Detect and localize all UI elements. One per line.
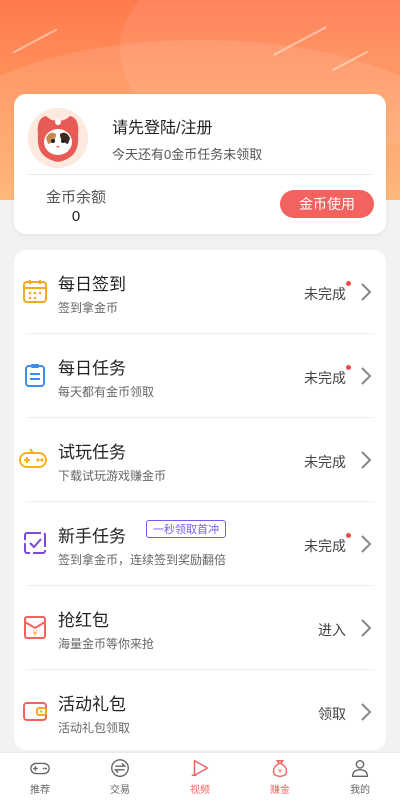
tab-recommend[interactable]: 推荐 [0,753,80,800]
tab-earn[interactable]: ¥ 赚金 [240,753,320,800]
task-title: 每日任务 [58,359,126,378]
task-item-daily-checkin[interactable]: 每日签到 签到拿金币 未完成 [14,250,386,334]
task-item-daily-tasks[interactable]: 每日任务 每天都有金币领取 未完成 [14,334,386,418]
balance-label: 金币余额 [45,189,106,206]
chevron-right-icon [361,451,372,469]
svg-text:¥: ¥ [32,629,37,638]
exchange-icon [111,759,129,777]
task-title: 试玩任务 [58,443,126,462]
login-prompt[interactable]: 请先登陆/注册 [112,114,212,138]
task-subtitle: 下载试玩游戏赚金币 [58,469,167,483]
bottom-tab-bar: 推荐 交易 视频 ¥ 赚金 我的 [0,752,400,800]
cat-avatar-icon [28,108,88,168]
svg-text:¥: ¥ [278,768,282,776]
task-subtitle: 活动礼包领取 [58,721,131,735]
task-status: 未完成 [304,286,346,302]
calendar-icon [23,280,47,303]
task-title: 抢红包 [58,611,109,630]
clipboard-icon [25,364,45,387]
chevron-right-icon [361,535,372,553]
tab-label: 视频 [190,785,210,796]
task-item-event-gift[interactable]: 活动礼包 活动礼包领取 领取 [14,670,386,750]
use-coins-button[interactable]: 金币使用 [280,190,374,218]
task-item-trial-games[interactable]: 试玩任务 下载试玩游戏赚金币 未完成 [14,418,386,502]
task-subtitle: 每天都有金币领取 [58,385,155,399]
task-subtitle: 海量金币等你来抢 [58,637,155,651]
pending-tasks-text: 今天还有0金币任务未领取 [112,147,263,162]
notification-dot [346,281,351,286]
task-status: 未完成 [304,370,346,386]
task-subtitle: 签到拿金币 [58,301,119,315]
tab-label: 交易 [110,785,130,796]
avatar[interactable] [28,108,88,168]
user-icon [351,759,369,777]
divider [28,174,372,175]
notification-dot [346,533,351,538]
banner-streak [12,28,58,54]
tab-mine[interactable]: 我的 [320,753,400,800]
red-envelope-icon: ¥ [24,616,46,639]
tab-label: 推荐 [30,785,50,796]
chevron-right-icon [361,283,372,301]
chevron-right-icon [361,367,372,385]
promo-tag[interactable]: 一秒领取首冲 [146,520,226,538]
task-item-red-envelope[interactable]: ¥ 抢红包 海量金币等你来抢 进入 [14,586,386,670]
task-status: 未完成 [304,454,346,470]
chevron-right-icon [361,703,372,721]
task-list: 每日签到 签到拿金币 未完成 每日任务 每天都有金币领取 未完成 试玩任务 下载… [14,250,386,750]
money-bag-icon: ¥ [272,759,288,777]
wallet-icon [23,702,47,721]
task-title: 每日签到 [58,275,126,294]
task-status: 未完成 [304,538,346,554]
play-icon [191,759,209,777]
task-subtitle: 签到拿金币，连续签到奖励翻倍 [58,553,227,567]
balance-value: 0 [71,208,81,225]
task-item-newbie-tasks[interactable]: 新手任务 一秒领取首冲 签到拿金币，连续签到奖励翻倍 未完成 [14,502,386,586]
profile-card: 请先登陆/注册 今天还有0金币任务未领取 金币余额 0 金币使用 [14,94,386,234]
gamepad-icon [30,762,50,775]
tab-video[interactable]: 视频 [160,753,240,800]
tab-trade[interactable]: 交易 [80,753,160,800]
gamepad-icon [19,448,47,468]
task-status: 进入 [318,622,346,638]
notification-dot [346,365,351,370]
task-status: 领取 [318,706,346,722]
task-title: 新手任务 [58,527,126,546]
tab-label: 我的 [350,785,370,796]
checkbox-icon [24,532,46,554]
chevron-right-icon [361,619,372,637]
task-title: 活动礼包 [58,695,126,714]
tab-label: 赚金 [270,785,290,796]
